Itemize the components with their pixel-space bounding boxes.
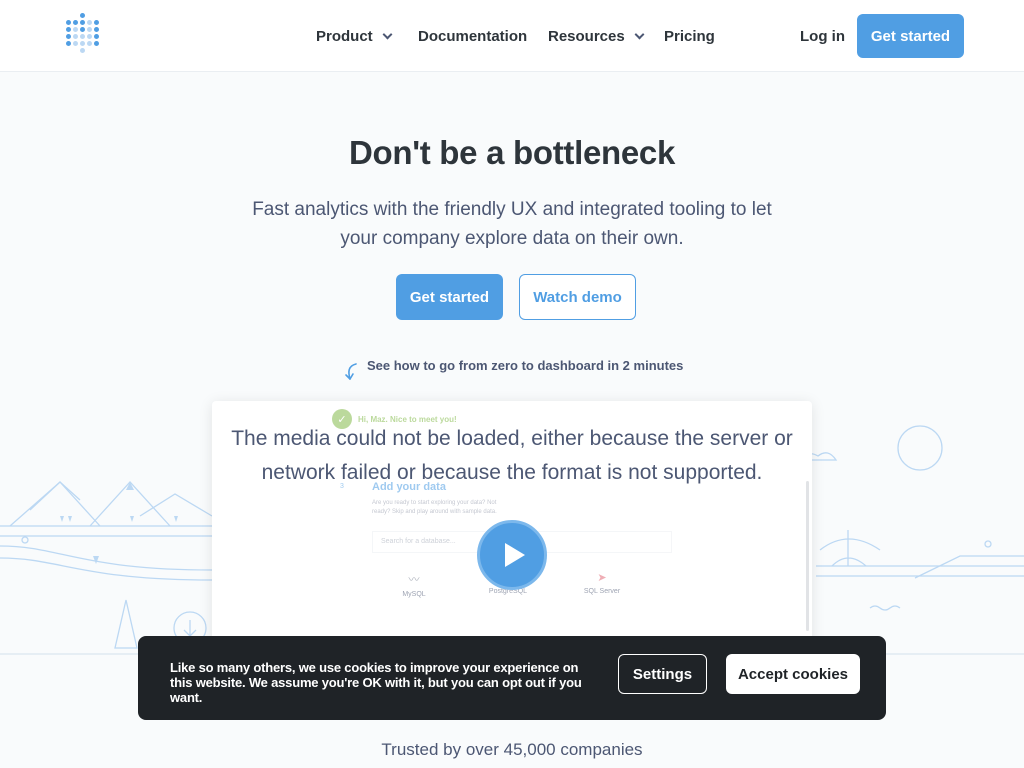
media-error-message: The media could not be loaded, either be…: [231, 427, 793, 484]
nav-resources-label: Resources: [548, 28, 625, 45]
cookie-settings-button[interactable]: Settings: [618, 654, 707, 694]
mysql-icon: 〰: [408, 574, 420, 586]
trusted-by-text: Trusted by over 45,000 companies: [381, 740, 643, 759]
play-icon: [505, 543, 525, 567]
hero-subtitle: Fast analytics with the friendly UX and …: [252, 199, 772, 249]
nav-get-started-button[interactable]: Get started: [857, 14, 964, 58]
play-button[interactable]: [477, 520, 547, 590]
nav-documentation[interactable]: Documentation: [418, 28, 527, 45]
accept-cookies-button[interactable]: Accept cookies: [726, 654, 860, 694]
nav-product-label: Product: [316, 28, 373, 45]
video-scrollbar: [806, 481, 809, 631]
database-option-sqlserver: ➤ SQL Server: [572, 571, 632, 595]
nav-product[interactable]: Product: [316, 28, 393, 45]
top-nav: Product Documentation Resources Pricing …: [0, 0, 1024, 72]
database-option-mysql: 〰 MySQL: [384, 571, 444, 598]
demo-hint: See how to go from zero to dashboard in …: [367, 358, 684, 373]
hero-get-started-button[interactable]: Get started: [396, 274, 503, 320]
hero-title: Don't be a bottleneck: [348, 134, 676, 171]
add-data-subtitle: Are you ready to start exploring your da…: [372, 500, 497, 515]
database-option-label: SQL Server: [583, 588, 621, 595]
chevron-down-icon: [634, 29, 645, 40]
curved-arrow-icon: [345, 363, 357, 380]
sqlserver-icon: ➤: [597, 572, 607, 584]
cookie-text: Like so many others, we use cookies to i…: [170, 660, 582, 705]
login-link[interactable]: Log in: [800, 28, 845, 45]
nav-resources[interactable]: Resources: [548, 28, 645, 45]
chevron-down-icon: [382, 29, 393, 40]
database-option-label: MySQL: [402, 591, 426, 598]
watch-demo-button[interactable]: Watch demo: [519, 274, 636, 320]
metabase-logo-icon[interactable]: [66, 13, 104, 55]
cookie-banner: Like so many others, we use cookies to i…: [138, 636, 886, 720]
nav-documentation-label: Documentation: [418, 28, 528, 45]
nav-pricing[interactable]: Pricing: [664, 28, 715, 45]
nav-pricing-label: Pricing: [664, 28, 715, 45]
